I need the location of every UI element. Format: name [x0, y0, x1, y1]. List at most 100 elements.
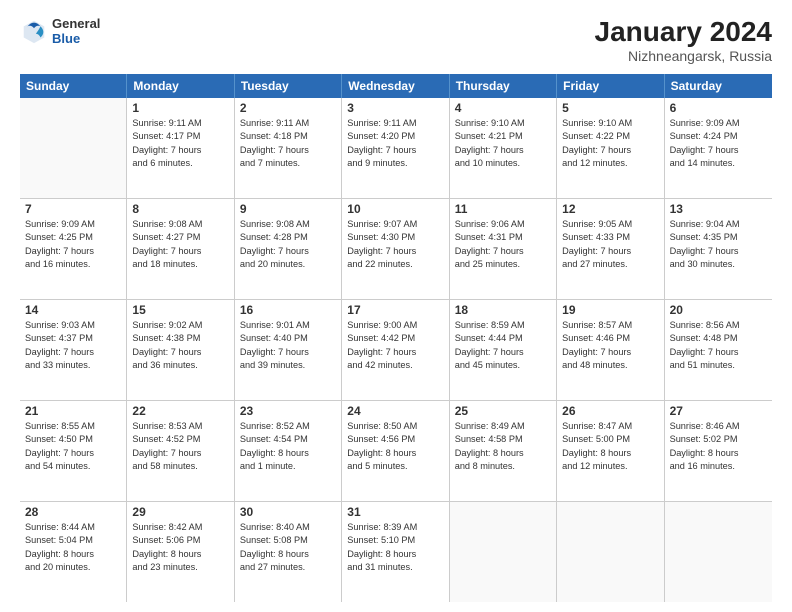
cell-info: Sunrise: 9:06 AMSunset: 4:31 PMDaylight:… — [455, 218, 551, 271]
day-cell-27: 27 Sunrise: 8:46 AMSunset: 5:02 PMDayligh… — [665, 401, 772, 501]
cell-info: Sunrise: 8:47 AMSunset: 5:00 PMDaylight:… — [562, 420, 658, 473]
cell-info: Sunrise: 8:44 AMSunset: 5:04 PMDaylight:… — [25, 521, 121, 574]
cell-info: Sunrise: 9:01 AMSunset: 4:40 PMDaylight:… — [240, 319, 336, 372]
day-number: 31 — [347, 505, 443, 519]
day-number: 7 — [25, 202, 121, 216]
cell-info: Sunrise: 8:40 AMSunset: 5:08 PMDaylight:… — [240, 521, 336, 574]
day-cell-empty-4-5 — [557, 502, 664, 602]
day-cell-10: 10Sunrise: 9:07 AMSunset: 4:30 PMDayligh… — [342, 199, 449, 299]
cell-info: Sunrise: 9:07 AMSunset: 4:30 PMDaylight:… — [347, 218, 443, 271]
cell-info: Sunrise: 8:39 AMSunset: 5:10 PMDaylight:… — [347, 521, 443, 574]
day-number: 4 — [455, 101, 551, 115]
day-cell-20: 20 Sunrise: 8:56 AMSunset: 4:48 PMDayligh… — [665, 300, 772, 400]
week-row-5: 28 Sunrise: 8:44 AMSunset: 5:04 PMDayligh… — [20, 502, 772, 602]
day-cell-13: 13 Sunrise: 9:04 AMSunset: 4:35 PMDayligh… — [665, 199, 772, 299]
week-row-1: 1Sunrise: 9:11 AMSunset: 4:17 PMDaylight… — [20, 98, 772, 199]
cell-info: Sunrise: 9:11 AMSunset: 4:20 PMDaylight:… — [347, 117, 443, 170]
calendar: SundayMondayTuesdayWednesdayThursdayFrid… — [20, 74, 772, 602]
cell-info: Sunrise: 8:46 AMSunset: 5:02 PMDaylight:… — [670, 420, 767, 473]
day-number: 13 — [670, 202, 767, 216]
cell-info: Sunrise: 9:09 AMSunset: 4:24 PMDaylight:… — [670, 117, 767, 170]
day-number: 28 — [25, 505, 121, 519]
day-cell-8: 8 Sunrise: 9:08 AMSunset: 4:27 PMDaylight… — [127, 199, 234, 299]
day-cell-21: 21 Sunrise: 8:55 AMSunset: 4:50 PMDayligh… — [20, 401, 127, 501]
col-header-thursday: Thursday — [450, 74, 557, 98]
day-cell-empty-4-6 — [665, 502, 772, 602]
logo-icon — [20, 17, 48, 45]
cell-info: Sunrise: 8:55 AMSunset: 4:50 PMDaylight:… — [25, 420, 121, 473]
day-number: 12 — [562, 202, 658, 216]
logo: General Blue — [20, 16, 100, 46]
logo-blue-text: Blue — [52, 31, 100, 46]
day-cell-18: 18 Sunrise: 8:59 AMSunset: 4:44 PMDayligh… — [450, 300, 557, 400]
col-header-friday: Friday — [557, 74, 664, 98]
day-cell-11: 11Sunrise: 9:06 AMSunset: 4:31 PMDayligh… — [450, 199, 557, 299]
day-number: 2 — [240, 101, 336, 115]
cell-info: Sunrise: 9:11 AMSunset: 4:17 PMDaylight:… — [132, 117, 228, 170]
cell-info: Sunrise: 9:10 AMSunset: 4:22 PMDaylight:… — [562, 117, 658, 170]
day-cell-14: 14Sunrise: 9:03 AMSunset: 4:37 PMDayligh… — [20, 300, 127, 400]
day-number: 3 — [347, 101, 443, 115]
cell-info: Sunrise: 8:53 AMSunset: 4:52 PMDaylight:… — [132, 420, 228, 473]
day-cell-9: 9 Sunrise: 9:08 AMSunset: 4:28 PMDaylight… — [235, 199, 342, 299]
day-cell-25: 25 Sunrise: 8:49 AMSunset: 4:58 PMDayligh… — [450, 401, 557, 501]
day-cell-24: 24Sunrise: 8:50 AMSunset: 4:56 PMDayligh… — [342, 401, 449, 501]
col-header-wednesday: Wednesday — [342, 74, 449, 98]
day-cell-22: 22 Sunrise: 8:53 AMSunset: 4:52 PMDayligh… — [127, 401, 234, 501]
cell-info: Sunrise: 9:04 AMSunset: 4:35 PMDaylight:… — [670, 218, 767, 271]
day-number: 17 — [347, 303, 443, 317]
cell-info: Sunrise: 8:57 AMSunset: 4:46 PMDaylight:… — [562, 319, 658, 372]
title-block: January 2024 Nizhneangarsk, Russia — [595, 16, 772, 64]
cell-info: Sunrise: 8:52 AMSunset: 4:54 PMDaylight:… — [240, 420, 336, 473]
location: Nizhneangarsk, Russia — [595, 48, 772, 64]
day-number: 8 — [132, 202, 228, 216]
day-cell-1: 1Sunrise: 9:11 AMSunset: 4:17 PMDaylight… — [127, 98, 234, 198]
cell-info: Sunrise: 8:49 AMSunset: 4:58 PMDaylight:… — [455, 420, 551, 473]
day-cell-28: 28 Sunrise: 8:44 AMSunset: 5:04 PMDayligh… — [20, 502, 127, 602]
day-number: 27 — [670, 404, 767, 418]
cell-info: Sunrise: 9:10 AMSunset: 4:21 PMDaylight:… — [455, 117, 551, 170]
header: General Blue January 2024 Nizhneangarsk,… — [20, 16, 772, 64]
calendar-body: 1Sunrise: 9:11 AMSunset: 4:17 PMDaylight… — [20, 98, 772, 602]
cell-info: Sunrise: 8:56 AMSunset: 4:48 PMDaylight:… — [670, 319, 767, 372]
col-header-saturday: Saturday — [665, 74, 772, 98]
page: General Blue January 2024 Nizhneangarsk,… — [0, 0, 792, 612]
day-number: 14 — [25, 303, 121, 317]
day-number: 26 — [562, 404, 658, 418]
day-cell-empty-0-0 — [20, 98, 127, 198]
calendar-header-row: SundayMondayTuesdayWednesdayThursdayFrid… — [20, 74, 772, 98]
day-cell-29: 29Sunrise: 8:42 AMSunset: 5:06 PMDayligh… — [127, 502, 234, 602]
day-cell-empty-4-4 — [450, 502, 557, 602]
day-number: 30 — [240, 505, 336, 519]
day-number: 29 — [132, 505, 228, 519]
day-cell-7: 7Sunrise: 9:09 AMSunset: 4:25 PMDaylight… — [20, 199, 127, 299]
day-cell-3: 3 Sunrise: 9:11 AMSunset: 4:20 PMDaylight… — [342, 98, 449, 198]
day-cell-12: 12Sunrise: 9:05 AMSunset: 4:33 PMDayligh… — [557, 199, 664, 299]
cell-info: Sunrise: 9:08 AMSunset: 4:28 PMDaylight:… — [240, 218, 336, 271]
day-number: 18 — [455, 303, 551, 317]
day-number: 19 — [562, 303, 658, 317]
cell-info: Sunrise: 9:02 AMSunset: 4:38 PMDaylight:… — [132, 319, 228, 372]
month-year: January 2024 — [595, 16, 772, 48]
cell-info: Sunrise: 9:08 AMSunset: 4:27 PMDaylight:… — [132, 218, 228, 271]
col-header-tuesday: Tuesday — [235, 74, 342, 98]
day-number: 5 — [562, 101, 658, 115]
cell-info: Sunrise: 9:00 AMSunset: 4:42 PMDaylight:… — [347, 319, 443, 372]
day-number: 21 — [25, 404, 121, 418]
week-row-3: 14Sunrise: 9:03 AMSunset: 4:37 PMDayligh… — [20, 300, 772, 401]
day-number: 15 — [132, 303, 228, 317]
day-number: 6 — [670, 101, 767, 115]
cell-info: Sunrise: 8:59 AMSunset: 4:44 PMDaylight:… — [455, 319, 551, 372]
day-number: 20 — [670, 303, 767, 317]
day-cell-5: 5 Sunrise: 9:10 AMSunset: 4:22 PMDaylight… — [557, 98, 664, 198]
cell-info: Sunrise: 9:11 AMSunset: 4:18 PMDaylight:… — [240, 117, 336, 170]
day-number: 25 — [455, 404, 551, 418]
day-cell-15: 15 Sunrise: 9:02 AMSunset: 4:38 PMDayligh… — [127, 300, 234, 400]
col-header-monday: Monday — [127, 74, 234, 98]
day-number: 9 — [240, 202, 336, 216]
day-number: 22 — [132, 404, 228, 418]
day-cell-23: 23Sunrise: 8:52 AMSunset: 4:54 PMDayligh… — [235, 401, 342, 501]
day-cell-17: 17 Sunrise: 9:00 AMSunset: 4:42 PMDayligh… — [342, 300, 449, 400]
day-cell-2: 2 Sunrise: 9:11 AMSunset: 4:18 PMDaylight… — [235, 98, 342, 198]
cell-info: Sunrise: 8:50 AMSunset: 4:56 PMDaylight:… — [347, 420, 443, 473]
